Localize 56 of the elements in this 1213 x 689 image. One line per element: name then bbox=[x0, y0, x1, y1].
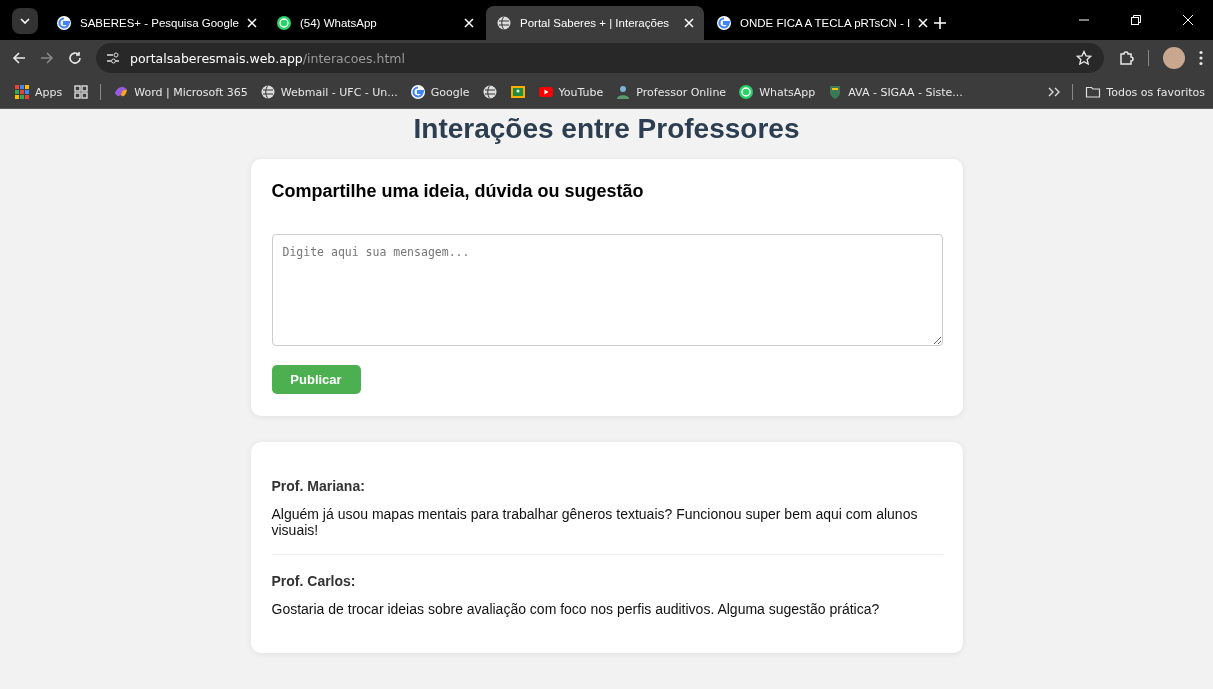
google-icon bbox=[716, 15, 732, 31]
star-icon[interactable] bbox=[1076, 50, 1092, 66]
folder-icon bbox=[1085, 84, 1102, 100]
bookmark[interactable] bbox=[481, 84, 498, 100]
forward-arrow-icon[interactable] bbox=[40, 51, 54, 65]
globe-icon bbox=[496, 15, 512, 31]
play-button-icon bbox=[537, 84, 554, 100]
chat-bubble-icon bbox=[738, 84, 755, 100]
classroom-icon bbox=[509, 84, 526, 100]
reload-icon[interactable] bbox=[68, 51, 82, 65]
globe-icon bbox=[481, 84, 498, 100]
google-icon bbox=[409, 84, 426, 100]
bookmark[interactable]: Word | Microsoft 365 bbox=[113, 84, 248, 100]
page-title: Interações entre Professores bbox=[413, 113, 800, 145]
close-icon[interactable] bbox=[464, 18, 474, 28]
bookmark[interactable]: Google bbox=[409, 84, 470, 100]
bookmark[interactable]: AVA - SIGAA - Siste... bbox=[827, 84, 963, 100]
close-icon[interactable] bbox=[918, 18, 929, 28]
bookmark[interactable]: Apps bbox=[14, 84, 63, 100]
post-author: Prof. Mariana: bbox=[271, 478, 366, 494]
profile-avatar[interactable] bbox=[1163, 47, 1185, 69]
apps-grid-icon bbox=[14, 84, 30, 100]
bookmark-folder[interactable]: Todos os favoritos bbox=[1085, 84, 1205, 100]
address-bar[interactable]: portalsaberesmais.web.app/interacoes.html bbox=[96, 43, 1104, 73]
browser-tab[interactable]: Portal Saberes + | Interações bbox=[486, 6, 704, 40]
more-options-icon[interactable] bbox=[1199, 50, 1203, 66]
browser-tab[interactable]: SABERES+ - Pesquisa Google bbox=[46, 6, 264, 40]
bookmark[interactable]: WhatsApp bbox=[738, 84, 816, 100]
close-icon[interactable] bbox=[1182, 14, 1194, 26]
browser-tab[interactable]: ONDE FICA A TECLA pRTsCN - I bbox=[706, 6, 924, 40]
post-text: Gostaria de trocar ideias sobre avaliação com foco nos perfis auditivos. Alguma sugestão prática? bbox=[271, 601, 881, 618]
puzzle-piece-icon[interactable] bbox=[1118, 50, 1134, 66]
close-icon[interactable] bbox=[684, 18, 694, 28]
new-tab-icon[interactable] bbox=[934, 17, 946, 29]
google-icon bbox=[56, 15, 72, 31]
bookmark[interactable]: Professor Online bbox=[615, 84, 727, 100]
bookmark[interactable]: Webmail - UFC - Un... bbox=[259, 84, 398, 100]
post-author: Prof. Carlos: bbox=[271, 573, 357, 590]
bookmark[interactable] bbox=[509, 84, 526, 100]
browser-tab[interactable]: (54) WhatsApp bbox=[266, 6, 484, 40]
more-bookmarks-icon[interactable] bbox=[1048, 87, 1061, 97]
restore-icon[interactable] bbox=[1130, 14, 1142, 26]
grid-icon[interactable] bbox=[74, 85, 89, 99]
url-text: portalsaberesmais.web.app/interacoes.html bbox=[130, 50, 406, 66]
teacher-icon bbox=[615, 84, 632, 100]
close-icon[interactable] bbox=[246, 18, 257, 28]
bookmark[interactable]: YouTube bbox=[537, 84, 604, 100]
tab-search-button[interactable] bbox=[12, 8, 38, 34]
chat-bubble-icon bbox=[276, 15, 292, 31]
chevron-down-icon bbox=[20, 18, 30, 24]
message-field[interactable]: Digite aqui sua mensagem... bbox=[271, 234, 943, 346]
form-heading: Compartilhe uma ideia, dúvida ou sugestão bbox=[271, 181, 645, 202]
post-text: Alguém já usou mapas mentais para trabalhar gêneros textuais? Funcionou super bem aqui com alunos visuais! bbox=[271, 506, 919, 539]
site-settings-icon[interactable] bbox=[106, 51, 120, 65]
globe-icon bbox=[259, 84, 276, 100]
back-arrow-icon[interactable] bbox=[12, 51, 26, 65]
